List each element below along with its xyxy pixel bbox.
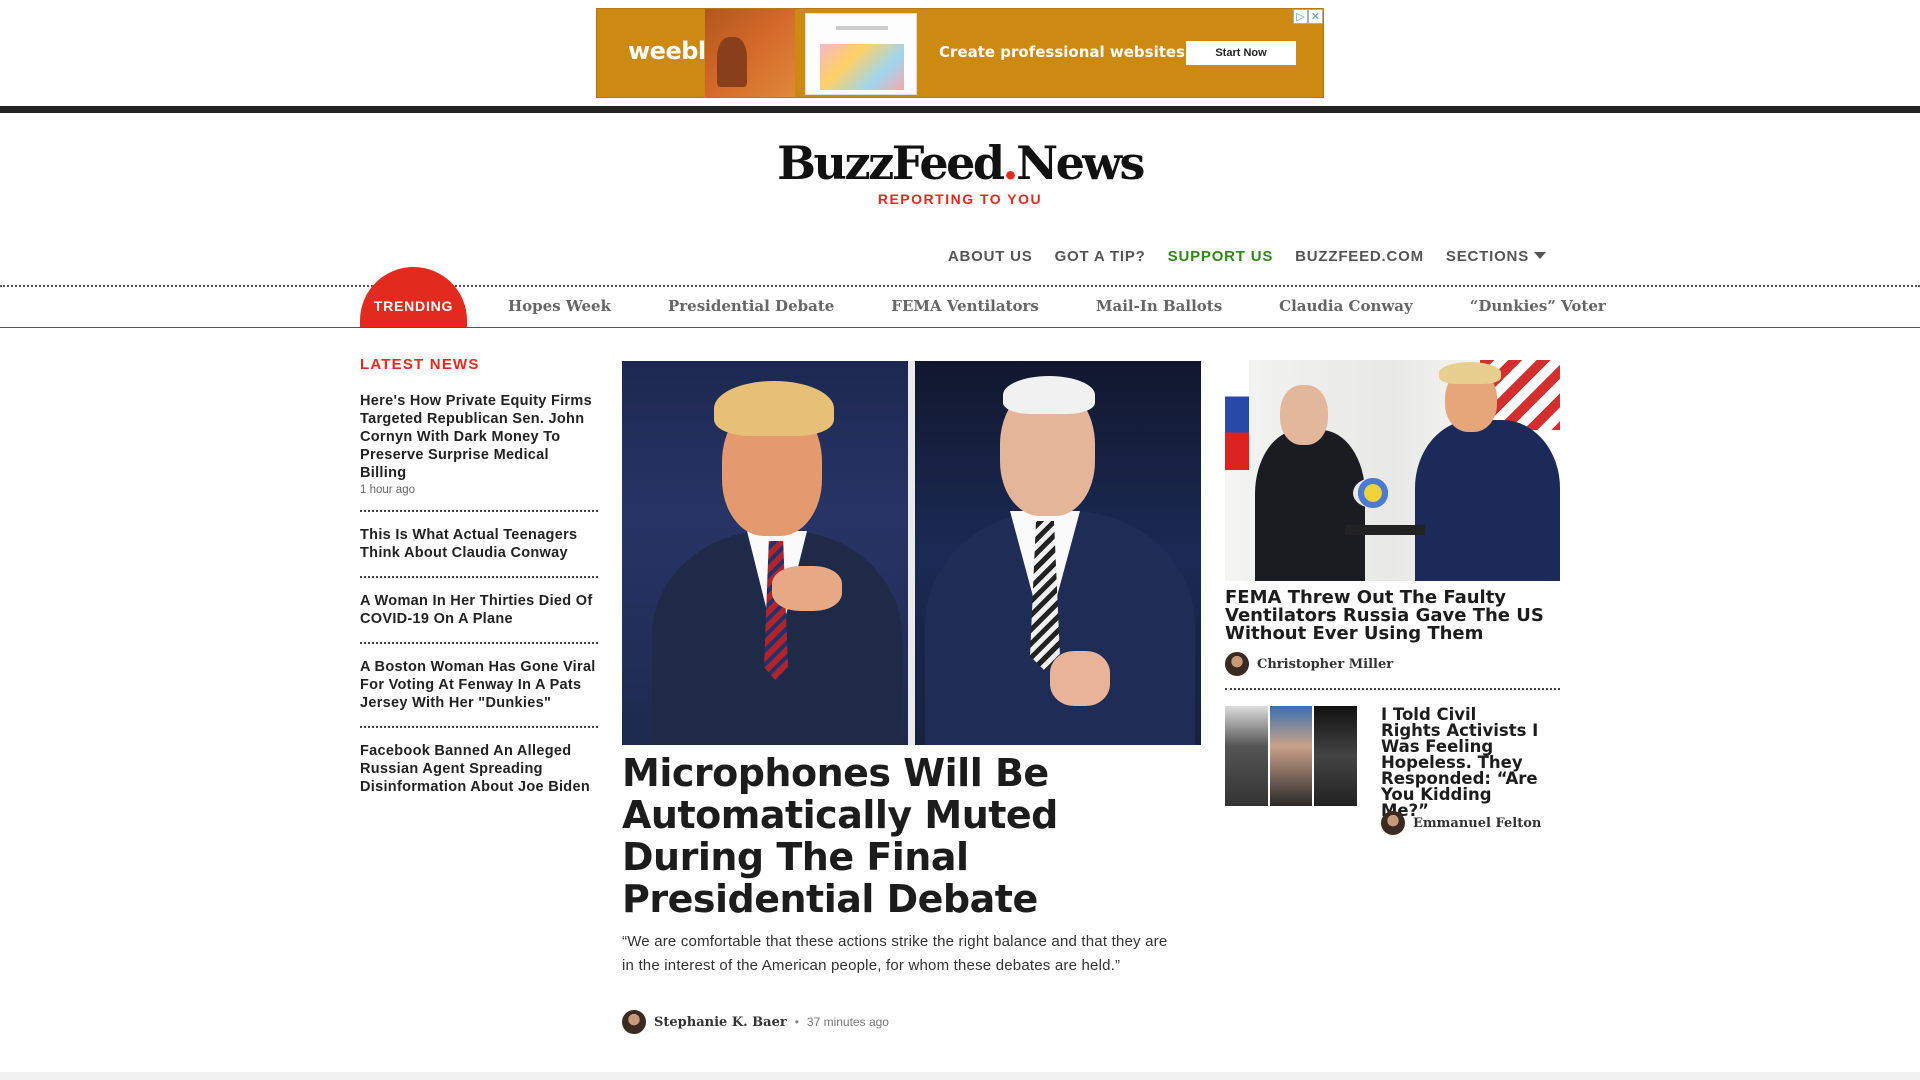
ad-cta-button[interactable]: Start Now xyxy=(1186,41,1296,65)
ad-tagline: Create professional websites xyxy=(939,43,1185,61)
ad-banner[interactable]: weebly Create professional websites Star… xyxy=(596,8,1324,98)
avatar[interactable] xyxy=(622,1010,646,1034)
page-bottom-strip xyxy=(0,1072,1920,1080)
main-story-dek: “We are comfortable that these actions s… xyxy=(622,933,1168,974)
latest-item-title[interactable]: A Woman In Her Thirties Died Of COVID-19… xyxy=(360,592,598,628)
ad-phone-mockup xyxy=(805,13,917,95)
avatar[interactable] xyxy=(1381,811,1405,835)
latest-item-title[interactable]: A Boston Woman Has Gone Viral For Voting… xyxy=(360,658,598,712)
author-name[interactable]: Emmanuel Felton xyxy=(1413,816,1541,831)
site-tagline: REPORTING TO YOU xyxy=(877,191,1043,207)
author-name[interactable]: Stephanie K. Baer xyxy=(654,1015,787,1030)
side-story2-byline: Emmanuel Felton xyxy=(1381,811,1541,835)
nav-about-us[interactable]: ABOUT US xyxy=(948,248,1033,265)
trending-item[interactable]: Claudia Conway xyxy=(1279,297,1413,315)
nav-support-us[interactable]: SUPPORT US xyxy=(1168,248,1274,265)
trending-list: Hopes Week Presidential Debate FEMA Vent… xyxy=(508,297,1663,315)
main-image-left-panel xyxy=(622,361,908,745)
list-item[interactable]: This Is What Actual Teenagers Think Abou… xyxy=(360,526,598,578)
trending-bar-top-rule xyxy=(0,285,1920,287)
latest-item-title[interactable]: This Is What Actual Teenagers Think Abou… xyxy=(360,526,598,562)
close-icon[interactable]: ✕ xyxy=(1308,9,1323,24)
ad-artwork xyxy=(705,9,795,97)
main-story-title[interactable]: Microphones Will Be Automatically Muted … xyxy=(622,752,1182,920)
avatar[interactable] xyxy=(1225,652,1249,676)
side-story-title[interactable]: FEMA Threw Out The Faulty Ventilators Ru… xyxy=(1225,589,1545,643)
trending-item[interactable]: FEMA Ventilators xyxy=(891,297,1039,315)
author-name[interactable]: Christopher Miller xyxy=(1257,657,1393,672)
side-divider xyxy=(1225,688,1560,690)
list-item[interactable]: Facebook Banned An Alleged Russian Agent… xyxy=(360,742,598,810)
trending-item[interactable]: Presidential Debate xyxy=(668,297,834,315)
trending-label: TRENDING xyxy=(360,267,467,327)
russian-flag xyxy=(1225,360,1249,470)
latest-item-title[interactable]: Here's How Private Equity Firms Targeted… xyxy=(360,392,598,482)
list-item[interactable]: A Woman In Her Thirties Died Of COVID-19… xyxy=(360,592,598,644)
image-divider xyxy=(908,361,915,745)
side-story-byline: Christopher Miller xyxy=(1225,652,1393,676)
main-story-byline: Stephanie K. Baer • 37 minutes ago xyxy=(622,1010,889,1034)
side-story-image[interactable] xyxy=(1225,360,1560,581)
latest-item-time: 1 hour ago xyxy=(360,484,415,496)
trending-item[interactable]: Mail-In Ballots xyxy=(1096,297,1222,315)
nav-sections-label: SECTIONS xyxy=(1445,248,1529,265)
list-item[interactable]: A Boston Woman Has Gone Viral For Voting… xyxy=(360,658,598,728)
logo-news: News xyxy=(1016,136,1145,190)
logo-buzzfeed: BuzzFeed xyxy=(777,136,1005,190)
nav-got-a-tip[interactable]: GOT A TIP? xyxy=(1055,248,1146,265)
ad-controls: ▷ ✕ xyxy=(1293,9,1323,24)
site-logo[interactable]: BuzzFeed.News xyxy=(0,136,1920,190)
adchoices-icon[interactable]: ▷ xyxy=(1293,9,1308,24)
side-story2-image[interactable] xyxy=(1225,706,1358,806)
main-image-right-panel xyxy=(915,361,1201,745)
logo-dot: . xyxy=(1002,136,1019,190)
latest-item-title[interactable]: Facebook Banned An Alleged Russian Agent… xyxy=(360,742,598,796)
nav-buzzfeed-com[interactable]: BUZZFEED.COM xyxy=(1295,248,1424,265)
nav-sections[interactable]: SECTIONS xyxy=(1446,248,1546,265)
latest-news-heading: LATEST NEWS xyxy=(360,356,480,373)
header-top-rule xyxy=(0,106,1920,113)
timestamp: 37 minutes ago xyxy=(806,1015,889,1029)
side-story2-title[interactable]: I Told Civil Rights Activists I Was Feel… xyxy=(1381,706,1541,819)
trending-item[interactable]: Hopes Week xyxy=(508,297,611,315)
trending-bar-bottom-rule xyxy=(0,327,1920,328)
main-story-image[interactable] xyxy=(622,361,1201,745)
latest-news: LATEST NEWS Here's How Private Equity Fi… xyxy=(360,356,598,824)
byline-separator: • xyxy=(794,1015,799,1029)
top-nav: ABOUT US GOT A TIP? SUPPORT US BUZZFEED.… xyxy=(948,248,1546,265)
chevron-down-icon xyxy=(1534,252,1546,259)
trending-item[interactable]: “Dunkies” Voter xyxy=(1470,297,1606,315)
list-item[interactable]: Here's How Private Equity Firms Targeted… xyxy=(360,392,598,512)
ad-region: weebly Create professional websites Star… xyxy=(0,0,1920,106)
